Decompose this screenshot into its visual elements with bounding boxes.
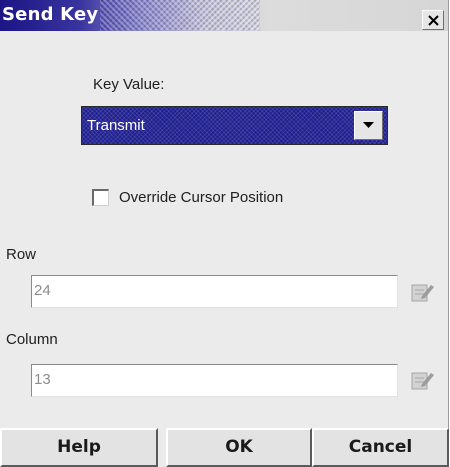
column-label: Column <box>6 331 58 348</box>
row-edit-icon[interactable] <box>411 281 435 303</box>
key-value-label: Key Value: <box>93 76 165 93</box>
send-key-dialog: Send Key Key Value: Transmit Override Cu… <box>0 0 449 467</box>
dropdown-button[interactable] <box>354 111 383 140</box>
override-cursor-label[interactable]: Override Cursor Position <box>119 189 283 206</box>
row-input[interactable]: 24 <box>31 275 398 308</box>
window-title: Send Key <box>2 4 99 25</box>
title-bar[interactable]: Send Key <box>0 0 448 31</box>
column-input[interactable]: 13 <box>31 364 398 397</box>
button-bar: Help OK Cancel <box>0 428 449 467</box>
key-value-select[interactable]: Transmit <box>81 106 388 145</box>
ok-button[interactable]: OK <box>166 428 312 467</box>
close-icon <box>428 15 439 26</box>
title-bar-texture <box>100 0 260 31</box>
column-edit-icon[interactable] <box>411 369 435 391</box>
close-button[interactable] <box>422 10 444 30</box>
override-cursor-checkbox[interactable] <box>92 189 109 206</box>
chevron-down-icon <box>363 122 374 128</box>
cancel-button[interactable]: Cancel <box>312 428 449 467</box>
help-button[interactable]: Help <box>0 428 158 467</box>
row-label: Row <box>6 246 37 263</box>
key-value-selected: Transmit <box>87 117 145 134</box>
